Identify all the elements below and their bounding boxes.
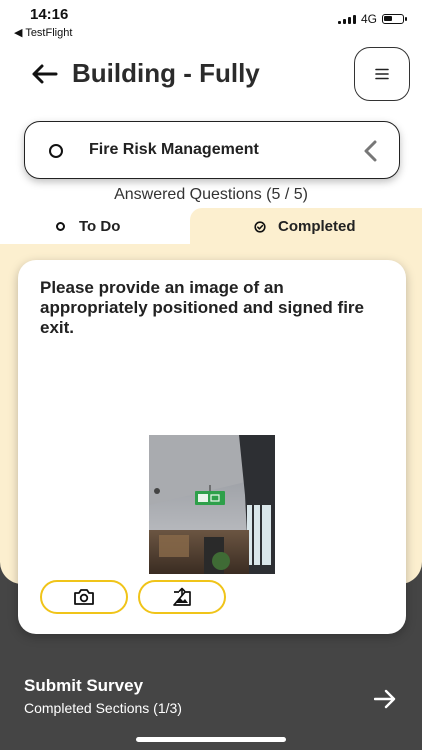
tab-completed[interactable]: Completed: [254, 218, 356, 235]
uploaded-photo-thumbnail[interactable]: [149, 435, 275, 574]
page-title: Building - Fully: [72, 58, 260, 88]
network-label: 4G: [360, 12, 377, 26]
answered-questions-count: Answered Questions (5 / 5): [114, 186, 308, 203]
completed-sections-label: Completed Sections (1/3): [24, 700, 182, 716]
signal-icon: [337, 14, 356, 24]
status-indicators: 4G: [337, 12, 407, 26]
back-to-app-link[interactable]: ◀ TestFlight: [14, 26, 72, 39]
arrow-left-icon[interactable]: [30, 62, 58, 86]
question-text: Please provide an image of an appropriat…: [40, 278, 364, 337]
take-photo-button[interactable]: [40, 580, 128, 614]
tab-todo[interactable]: To Do: [56, 218, 120, 235]
question-card: Please provide an image of an appropriat…: [18, 260, 406, 634]
circle-icon: [49, 144, 63, 158]
submit-survey-label[interactable]: Submit Survey: [24, 676, 143, 696]
check-circle-icon: [254, 220, 266, 233]
menu-button[interactable]: [354, 47, 410, 101]
battery-icon: [382, 14, 407, 24]
image-upload-icon: [173, 587, 191, 606]
section-label: Fire Risk Management: [89, 141, 259, 158]
chevron-left-icon: [364, 140, 377, 162]
tab-todo-label: To Do: [79, 218, 121, 235]
section-selector[interactable]: Fire Risk Management: [24, 121, 400, 179]
tab-completed-label: Completed: [278, 218, 356, 235]
status-time: 14:16: [30, 6, 69, 23]
arrow-right-icon[interactable]: [373, 689, 396, 709]
home-indicator: [136, 737, 286, 742]
camera-icon: [74, 589, 94, 605]
hamburger-icon: [375, 68, 389, 80]
circle-icon: [56, 222, 65, 231]
upload-image-button[interactable]: [138, 580, 226, 614]
